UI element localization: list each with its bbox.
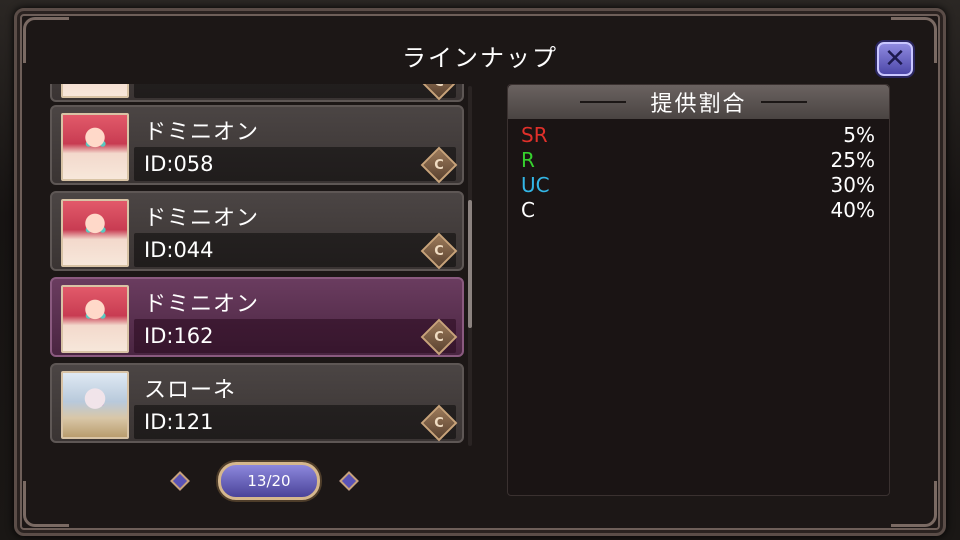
character-name: スローネ bbox=[144, 378, 237, 403]
character-name: ドミニオン bbox=[144, 120, 260, 145]
character-portrait bbox=[61, 113, 129, 181]
page-indicator: 13/20 bbox=[218, 462, 320, 500]
close-button[interactable]: ✕ bbox=[877, 42, 913, 76]
character-id: ID:044 bbox=[144, 238, 214, 262]
rates-header: 提供割合 bbox=[508, 85, 889, 119]
ornament-icon bbox=[580, 95, 626, 109]
rate-row-sr: SR 5% bbox=[521, 123, 875, 147]
list-item-selected[interactable]: ドミニオン ID:162 C bbox=[50, 277, 464, 357]
character-name: ドミニオン bbox=[144, 206, 260, 231]
character-portrait bbox=[61, 371, 129, 439]
rates-title: 提供割合 bbox=[650, 92, 747, 117]
rate-row-r: R 25% bbox=[521, 148, 875, 172]
dialog-title: ラインナップ bbox=[402, 44, 558, 72]
lineup-list[interactable]: C ドミニオン ID:058 C ドミニオン ID:044 C ドミニオン ID… bbox=[50, 84, 465, 446]
next-page-button[interactable] bbox=[339, 470, 364, 492]
prev-page-button[interactable] bbox=[170, 470, 195, 492]
rate-label: C bbox=[521, 198, 535, 222]
scrollbar-thumb[interactable] bbox=[468, 200, 472, 328]
character-id: ID:058 bbox=[144, 152, 214, 176]
list-item[interactable]: ドミニオン ID:044 C bbox=[50, 191, 464, 271]
rate-value: 40% bbox=[830, 198, 875, 222]
list-item[interactable]: ドミニオン ID:058 C bbox=[50, 105, 464, 185]
rate-value: 5% bbox=[843, 123, 875, 147]
rate-value: 25% bbox=[830, 148, 875, 172]
arrow-left-icon bbox=[170, 471, 190, 491]
character-portrait bbox=[61, 285, 129, 353]
rate-label: SR bbox=[521, 123, 548, 147]
corner-ornament bbox=[23, 481, 69, 527]
id-bar bbox=[134, 84, 456, 98]
rate-row-c: C 40% bbox=[521, 198, 875, 222]
character-name: ドミニオン bbox=[144, 292, 260, 317]
character-portrait bbox=[61, 199, 129, 267]
rate-label: UC bbox=[521, 173, 550, 197]
rates-panel: 提供割合 SR 5% R 25% UC 30% C 40% bbox=[507, 84, 890, 496]
rate-label: R bbox=[521, 148, 535, 172]
corner-ornament bbox=[891, 481, 937, 527]
character-id: ID:162 bbox=[144, 324, 214, 348]
rate-value: 30% bbox=[830, 173, 875, 197]
list-item-partial[interactable]: C bbox=[50, 84, 464, 102]
close-icon: ✕ bbox=[884, 44, 906, 74]
rate-row-uc: UC 30% bbox=[521, 173, 875, 197]
character-portrait bbox=[61, 84, 129, 98]
list-item[interactable]: スローネ ID:121 C bbox=[50, 363, 464, 443]
ornament-icon bbox=[761, 95, 807, 109]
character-id: ID:121 bbox=[144, 410, 214, 434]
arrow-right-icon bbox=[339, 471, 359, 491]
